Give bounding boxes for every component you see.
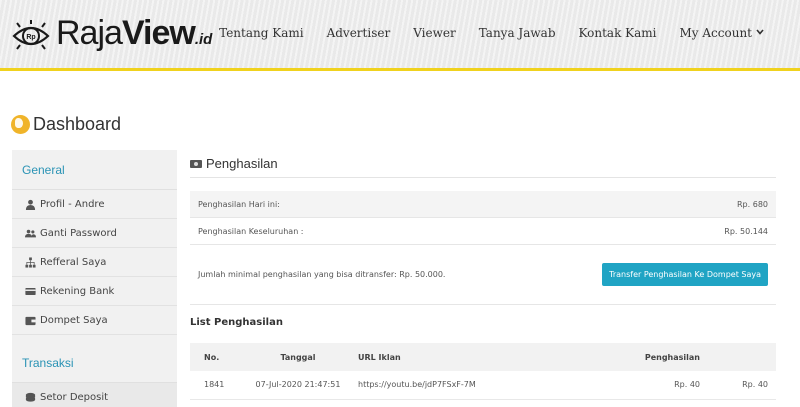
transfer-box: Jumlah minimal penghasilan yang bisa dit… — [190, 245, 776, 305]
earnings-today-label: Penghasilan Hari ini: — [198, 199, 280, 209]
nav-advertiser[interactable]: Advertiser — [327, 26, 391, 40]
main-content: Penghasilan Penghasilan Hari ini: Rp. 68… — [190, 150, 776, 400]
coins-icon — [24, 392, 36, 403]
list-title: List Penghasilan — [190, 317, 283, 328]
nav-kontak-kami[interactable]: Kontak Kami — [579, 26, 657, 40]
cell-no: 1841 — [190, 371, 242, 400]
earnings-table: No. Tanggal URL Iklan Penghasilan 1841 0… — [190, 343, 776, 400]
sidebar-item-label: Ganti Password — [40, 227, 117, 239]
wallet-icon — [24, 315, 36, 326]
site-header: Rp RajaView.id Tentang Kami Advertiser V… — [0, 0, 800, 71]
sidebar-heading-transaksi: Transaksi — [12, 343, 177, 383]
table-row: 1841 07-Jul-2020 21:47:51 https://youtu.… — [190, 371, 776, 400]
column-header-tanggal: Tanggal — [242, 343, 354, 371]
earnings-total-row: Penghasilan Keseluruhan : Rp. 50.144 — [190, 218, 776, 245]
credit-card-icon — [24, 286, 36, 297]
nav-viewer[interactable]: Viewer — [413, 26, 456, 40]
chevron-down-icon — [756, 28, 764, 38]
column-header-penghasilan: Penghasilan — [580, 343, 700, 371]
users-icon — [24, 228, 36, 239]
table-header-row: No. Tanggal URL Iklan Penghasilan — [190, 343, 776, 371]
sidebar-item-ganti-password[interactable]: Ganti Password — [12, 219, 177, 248]
sidebar-item-dompet-saya[interactable]: Dompet Saya — [12, 306, 177, 335]
globe-icon — [11, 115, 30, 134]
sidebar-item-rekening-bank[interactable]: Rekening Bank — [12, 277, 177, 306]
earnings-total-value: Rp. 50.144 — [724, 226, 768, 236]
section-title: Penghasilan — [206, 156, 278, 171]
money-icon — [190, 159, 202, 168]
my-account-label: My Account — [679, 26, 753, 40]
sidebar-item-profil[interactable]: Profil - Andre — [12, 190, 177, 219]
eye-logo-icon: Rp — [12, 19, 50, 53]
nav-my-account[interactable]: My Account — [680, 26, 765, 40]
minimum-transfer-note: Jumlah minimal penghasilan yang bisa dit… — [198, 270, 446, 279]
sidebar: General Profil - Andre Ganti Password Re… — [12, 150, 177, 407]
sidebar-item-label: Refferal Saya — [40, 256, 107, 268]
column-header-no: No. — [190, 343, 242, 371]
logo-bold-text: View — [121, 13, 196, 52]
nav-tanya-jawab[interactable]: Tanya Jawab — [479, 26, 556, 40]
nav-tentang-kami[interactable]: Tentang Kami — [219, 26, 303, 40]
svg-text:Rp: Rp — [26, 34, 35, 41]
section-heading: Penghasilan — [190, 150, 776, 178]
column-header-empty — [700, 343, 776, 371]
site-logo[interactable]: Rp RajaView.id — [12, 14, 212, 56]
cell-penghasilan: Rp. 40 — [580, 371, 700, 400]
sidebar-heading-general: General — [12, 150, 177, 190]
cell-penghasilan-total: Rp. 40 — [700, 371, 776, 400]
logo-wordmark: RajaView.id — [56, 13, 212, 60]
main-nav: Tentang Kami Advertiser Viewer Tanya Jaw… — [196, 26, 764, 40]
transfer-to-wallet-button[interactable]: Transfer Penghasilan Ke Dompet Saya — [602, 263, 768, 286]
sidebar-item-setor-deposit[interactable]: Setor Deposit — [12, 383, 177, 407]
cell-tanggal: 07-Jul-2020 21:47:51 — [242, 371, 354, 400]
sidebar-item-label: Dompet Saya — [40, 314, 108, 326]
earnings-total-label: Penghasilan Keseluruhan : — [198, 226, 304, 236]
column-header-url: URL Iklan — [354, 343, 580, 371]
sidebar-item-label: Profil - Andre — [40, 198, 105, 210]
logo-main-text: Raja — [56, 13, 123, 52]
earnings-today-row: Penghasilan Hari ini: Rp. 680 — [190, 191, 776, 218]
page-heading: Dashboard — [11, 114, 121, 135]
sidebar-item-label: Rekening Bank — [40, 285, 115, 297]
page-title: Dashboard — [33, 114, 122, 134]
earnings-today-value: Rp. 680 — [737, 199, 768, 209]
sitemap-icon — [24, 256, 36, 268]
sidebar-item-refferal[interactable]: Refferal Saya — [12, 248, 177, 277]
cell-url[interactable]: https://youtu.be/jdP7FSxF-7M — [354, 371, 580, 400]
sidebar-item-label: Setor Deposit — [40, 391, 109, 403]
user-icon — [24, 199, 36, 210]
